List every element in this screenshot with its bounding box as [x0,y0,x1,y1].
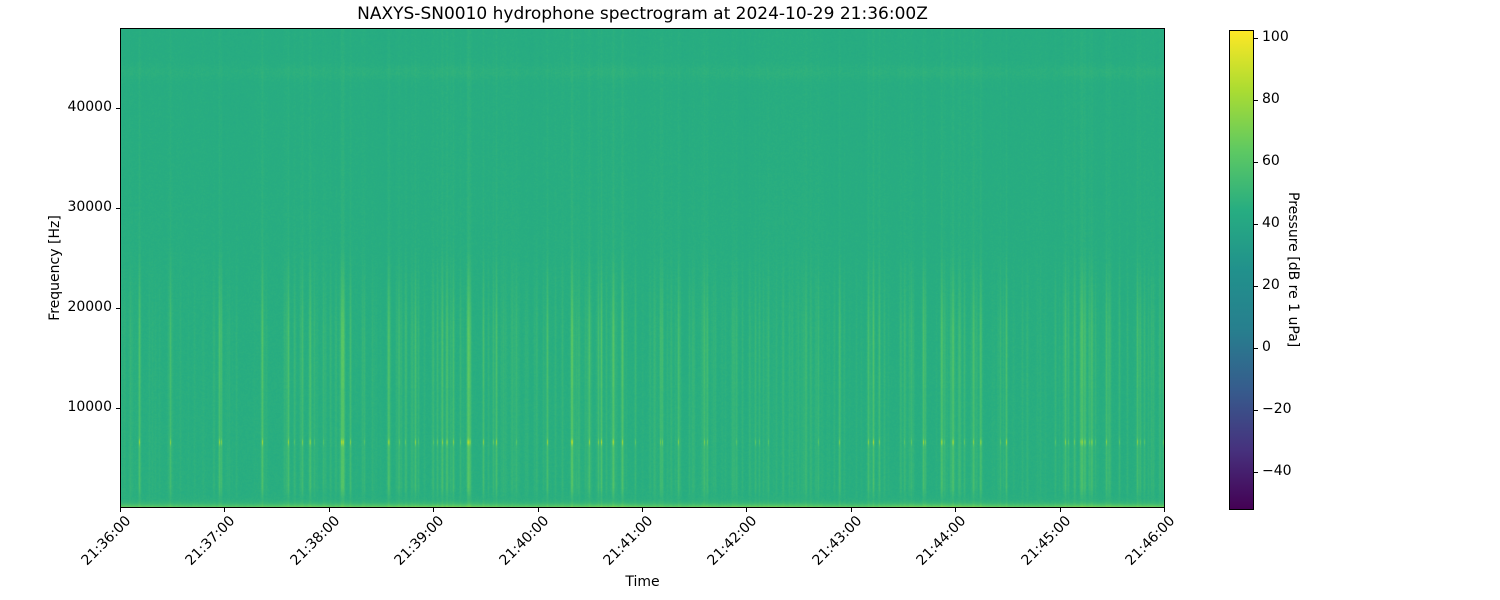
plot-title: NAXYS-SN0010 hydrophone spectrogram at 2… [357,4,928,24]
x-axis-tick [851,508,852,512]
x-axis-tick [224,508,225,512]
colorbar-tick-label: 20 [1262,277,1280,293]
colorbar-tick [1254,348,1258,349]
colorbar-label: Pressure [dB re 1 uPa] [1285,192,1301,348]
x-axis-tick [329,508,330,512]
y-axis-tick [116,208,120,209]
colorbar-tick [1254,162,1258,163]
spectrogram-canvas [121,29,1164,507]
x-axis-tick [433,508,434,512]
x-axis-tick [642,508,643,512]
y-axis-tick-label: 40000 [67,99,112,115]
x-axis-tick [1164,508,1165,512]
spectrogram-plot-area [120,28,1165,508]
colorbar-gradient [1230,31,1253,509]
y-axis-label: Frequency [Hz] [47,215,63,321]
colorbar-tick [1254,472,1258,473]
colorbar-tick [1254,100,1258,101]
colorbar-tick [1254,224,1258,225]
colorbar-tick [1254,410,1258,411]
colorbar-tick-label: 60 [1262,153,1280,169]
figure-root: NAXYS-SN0010 hydrophone spectrogram at 2… [0,0,1500,600]
x-axis-label: Time [625,574,660,590]
y-axis-tick [116,408,120,409]
x-axis-tick [746,508,747,512]
colorbar-tick [1254,38,1258,39]
colorbar [1229,30,1254,510]
x-axis-tick [1060,508,1061,512]
x-axis-tick [955,508,956,512]
colorbar-tick-label: 40 [1262,215,1280,231]
y-axis-tick [116,308,120,309]
y-axis-tick-label: 10000 [67,399,112,415]
x-axis-tick [120,508,121,512]
colorbar-tick [1254,286,1258,287]
colorbar-tick-label: 0 [1262,339,1271,355]
colorbar-tick-label: 80 [1262,91,1280,107]
y-axis-tick [116,108,120,109]
x-axis-tick [538,508,539,512]
